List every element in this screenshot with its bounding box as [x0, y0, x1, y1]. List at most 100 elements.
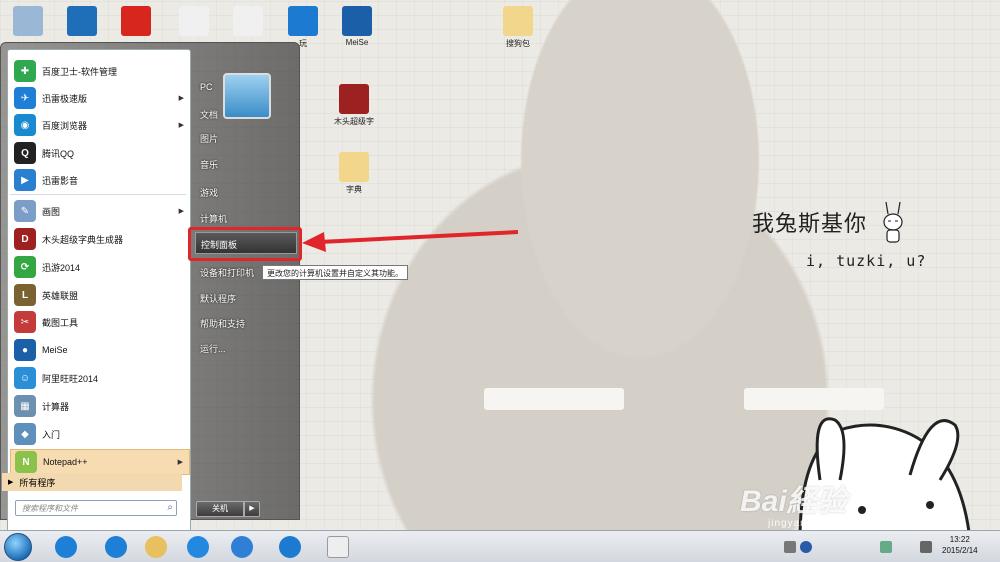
folder-icon	[503, 6, 533, 36]
taskbar	[0, 530, 1000, 562]
red-arrow-annotation	[302, 230, 519, 252]
program-label: 迅雷影音	[42, 175, 79, 186]
submenu-arrow-icon: ▶	[178, 208, 184, 215]
kugou-icon	[187, 536, 209, 558]
program-label: 腾讯QQ	[42, 148, 75, 159]
program-icon: N	[15, 451, 37, 473]
start-right-item[interactable]: 运行...	[200, 342, 226, 355]
desktop-item[interactable]	[228, 6, 268, 38]
desktop-item[interactable]: 字典	[334, 152, 374, 195]
search-input[interactable]: 搜索程序和文件 ⌕	[15, 500, 177, 516]
program-icon: D	[14, 228, 36, 250]
start-right-item[interactable]: 默认程序	[200, 292, 236, 305]
desktop-item[interactable]	[8, 6, 48, 38]
network-icon[interactable]	[880, 541, 892, 553]
shutdown-options-button[interactable]: ▶	[244, 501, 260, 517]
program-label: 百度卫士-软件管理	[42, 66, 117, 77]
triangle-right-icon: ▶	[8, 479, 14, 486]
desktop-item[interactable]: 木头超级字典生成器	[334, 84, 374, 127]
shutdown-button[interactable]: 关机	[196, 501, 244, 517]
taskbar-button[interactable]	[318, 533, 358, 561]
program-item[interactable]: N Notepad++ ▶	[10, 449, 190, 475]
wallpaper-eye-right	[744, 388, 884, 410]
clock[interactable]: 13:22 2015/2/14	[942, 534, 978, 556]
baidu-browser-icon	[288, 6, 318, 36]
program-label: 迅雷极速版	[42, 93, 88, 104]
program-icon: ✂	[14, 311, 36, 333]
taskbar-button[interactable]	[46, 533, 86, 561]
desktop-item-label: 木头超级字典生成器	[334, 117, 374, 126]
taskbar-button[interactable]	[178, 533, 218, 561]
start-right-item[interactable]: 设备和打印机	[200, 266, 254, 279]
start-right-item[interactable]: PC	[200, 82, 213, 92]
tray-icon-1[interactable]	[784, 541, 796, 553]
start-right-item[interactable]: 文档	[200, 108, 218, 121]
control-panel-highlight-box	[188, 227, 302, 261]
program-icon: L	[14, 284, 36, 306]
program-item[interactable]: ◉ 百度浏览器 ▶	[10, 112, 190, 138]
control-panel-tooltip: 更改您的计算机设置并自定义其功能。	[262, 265, 408, 280]
program-item[interactable]: ▦ 计算器	[10, 393, 190, 419]
desktop-item[interactable]	[62, 6, 102, 38]
program-icon: ☺	[14, 367, 36, 389]
start-right-item[interactable]: 计算机	[200, 212, 227, 225]
start-right-item[interactable]: 帮助和支持	[200, 317, 245, 330]
program-item[interactable]: ◆ 入门	[10, 421, 190, 447]
program-item[interactable]: Q 腾讯QQ	[10, 140, 190, 166]
program-label: Notepad++	[43, 457, 88, 467]
taskbar-button[interactable]	[96, 533, 136, 561]
program-label: 百度浏览器	[42, 120, 88, 131]
user-picture[interactable]	[223, 73, 271, 119]
search-icon[interactable]: ⌕	[167, 502, 173, 513]
desktop-item-label: MeiSe	[345, 38, 369, 47]
program-label: 计算器	[42, 401, 70, 412]
program-item[interactable]: ⟳ 迅游2014	[10, 254, 190, 280]
program-item[interactable]: ✎ 画图 ▶	[10, 194, 190, 224]
program-item[interactable]: ✚ 百度卫士-软件管理	[10, 58, 190, 84]
desktop-item[interactable]: MeiSe	[337, 6, 377, 47]
help-icon[interactable]	[800, 541, 812, 553]
start-right-item[interactable]: 音乐	[200, 158, 218, 171]
program-item[interactable]: D 木头超级字典生成器	[10, 226, 190, 252]
watermark-url: jingyan.baidu.com	[768, 518, 866, 529]
program-label: 画图	[42, 206, 61, 217]
program-item[interactable]: ▶ 迅雷影音	[10, 167, 190, 193]
volume-icon[interactable]	[920, 541, 932, 553]
search-placeholder: 搜索程序和文件	[22, 503, 78, 513]
start-right-item[interactable]: 游戏	[200, 186, 218, 199]
wallpaper-subtitle: i, tuzki, u?	[806, 252, 927, 270]
program-item[interactable]: ✂ 截图工具	[10, 309, 190, 335]
program-item[interactable]: ✈ 迅雷极速版 ▶	[10, 85, 190, 111]
program-label: 英雄联盟	[42, 290, 79, 301]
start-right-item[interactable]: 图片	[200, 132, 218, 145]
program-label: 迅游2014	[42, 262, 81, 273]
document-icon	[179, 6, 209, 36]
program-item[interactable]: ● MeiSe	[10, 337, 190, 363]
program-item[interactable]: L 英雄联盟	[10, 282, 190, 308]
program-icon: ⟳	[14, 256, 36, 278]
taskbar-button[interactable]	[136, 533, 176, 561]
all-programs-button[interactable]: ▶ 所有程序	[2, 473, 182, 491]
submenu-arrow-icon: ▶	[178, 95, 184, 102]
program-label: 木头超级字典生成器	[42, 234, 124, 245]
desktop-item-label: 搜狗包	[506, 39, 530, 48]
explorer-icon	[145, 536, 167, 558]
desktop-item[interactable]: 搜狗包	[498, 6, 538, 49]
meise-icon	[342, 6, 372, 36]
watermark-brand: Bai経验	[740, 485, 847, 518]
program-icon: Q	[14, 142, 36, 164]
ie-icon	[55, 536, 77, 558]
program-icon: ◆	[14, 423, 36, 445]
desktop-item[interactable]	[116, 6, 156, 38]
baidu-cloud-icon	[231, 536, 253, 558]
start-button[interactable]	[4, 533, 32, 561]
program-icon: ▦	[14, 395, 36, 417]
submenu-arrow-icon: ▶	[177, 459, 183, 466]
program-label: 截图工具	[42, 317, 79, 328]
program-item[interactable]: ☺ 阿里旺旺2014	[10, 365, 190, 391]
taskbar-button[interactable]	[222, 533, 262, 561]
taskbar-button[interactable]	[270, 533, 310, 561]
desktop-item[interactable]	[174, 6, 214, 38]
program-label: 阿里旺旺2014	[42, 373, 99, 384]
shortcut-doc-icon	[233, 6, 263, 36]
